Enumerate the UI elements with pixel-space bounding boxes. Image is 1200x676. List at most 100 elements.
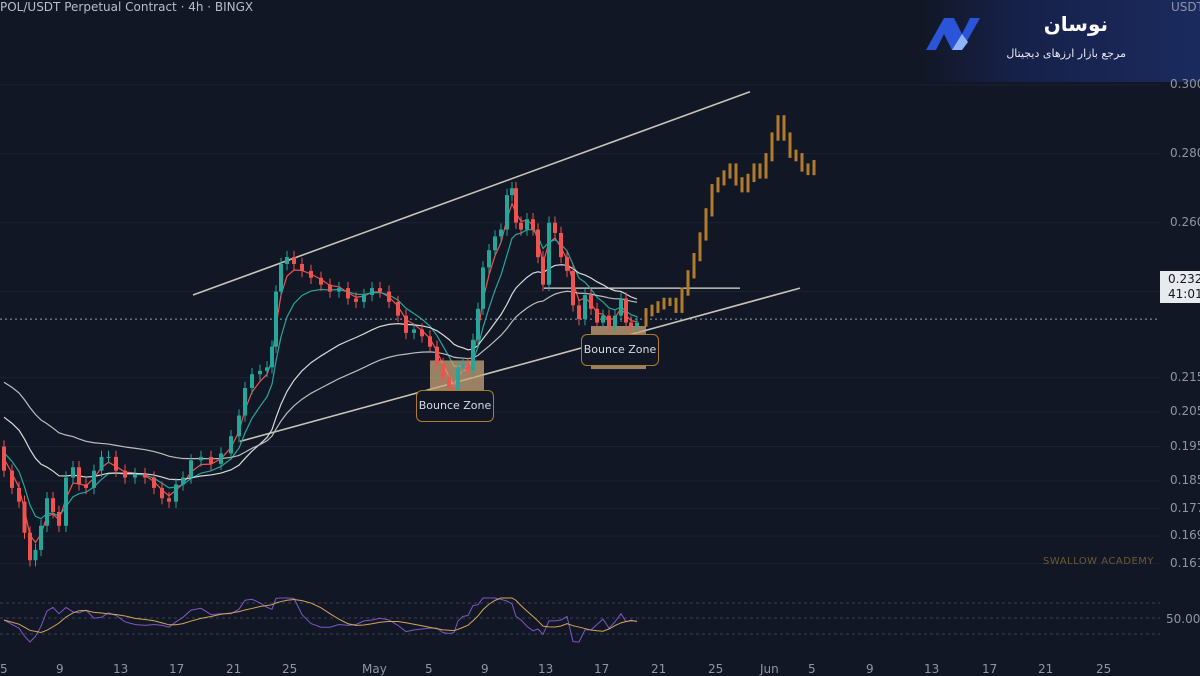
candle-body [229,436,233,454]
time-tick-label: 13 [113,662,129,676]
candle-body [92,470,96,488]
candle-body [447,377,451,388]
candle-countdown: 41:01 [1168,287,1200,301]
candle-body [274,291,278,347]
channel-lower-line [239,287,801,443]
time-tick-label: 13 [924,662,940,676]
trend-channel [192,91,801,443]
candle-body [624,298,628,323]
candle-body [346,288,350,299]
candle-body [106,456,111,458]
candle-body [45,498,49,526]
projection-bar [806,163,810,176]
candle-body [547,222,551,285]
price-tick-label: 0.2800 [1170,145,1200,160]
candle-body [10,470,14,488]
candle-body [571,270,575,306]
candle-body [441,363,445,378]
price-tick-label: 0.3000 [1170,76,1200,91]
candle-body [476,308,480,340]
time-tick-label: 9 [866,662,874,676]
projection-bar [686,270,690,296]
projection-bar [698,232,702,262]
time-tick-label: 13 [538,662,554,676]
time-tick-label: 21 [1038,662,1054,676]
candle-body [370,288,374,295]
candle-body [309,270,313,278]
candle-body [167,498,171,502]
candle-body [160,487,164,499]
candle-body [219,453,223,464]
candle-body [589,295,593,309]
candle-body [565,257,569,271]
candle-body [250,374,254,388]
candle-body [123,470,127,478]
projection-bar [788,132,792,158]
time-tick-label: 25 [1096,662,1112,676]
candle-body [461,363,465,368]
candle-body [174,484,178,502]
price-tick-label: 0.1850 [1170,473,1200,487]
time-tick-label: 25 [708,662,724,676]
ema-long-line-1 [3,264,638,481]
time-tick-label: 5 [808,662,816,676]
candle-body [354,298,358,302]
projection-bar [812,159,816,176]
ema-long-line-2 [3,290,638,460]
candle-body [337,288,341,292]
time-tick-label: May [362,662,387,676]
time-tick-label: 17 [169,662,185,676]
projection-bar [704,208,708,241]
candle-body [553,222,557,233]
candle-body [51,498,55,512]
time-tick-label: 5 [425,662,433,676]
candle-body [243,388,247,416]
candle-body [559,233,563,258]
candle-body [525,219,529,230]
candle-body [64,477,68,526]
candle-body [237,415,241,437]
candle-body [265,367,269,371]
channel-upper-line [192,91,751,296]
candle-body [577,305,581,320]
projection-bar [722,170,726,186]
candle-body [514,188,518,223]
candle-body [499,229,503,237]
projection-bar [764,153,768,179]
candle-body [387,291,391,302]
projection-bar [716,177,720,193]
candle-body [22,501,27,533]
current-price-tag: 0.2320 41:01 [1160,271,1200,303]
candle-body [505,195,509,230]
candle-body [84,484,88,488]
projection-bar [644,308,648,327]
candle-body [292,257,296,264]
candle-body [199,456,203,461]
candle-body [28,532,32,561]
projection-bar [656,301,660,313]
price-axis-unit: USDT [1171,0,1200,14]
projection-bar [650,304,654,317]
candle-body [619,298,623,316]
nosan-logo-icon [926,18,980,50]
brand-tagline: مرجع بازار ارزهای دیجیتال [1006,47,1126,60]
candle-body [71,467,75,478]
projection-bar [740,177,744,193]
time-tick-label: 17 [594,662,610,676]
candle-body [471,339,475,371]
candle-body [607,315,611,326]
rsi-panel [0,597,1160,643]
projection-bar [692,252,696,279]
bounce-zone-label-1: Bounce Zone [416,390,494,422]
projection-bar [752,163,756,183]
candle-body [114,456,118,471]
candle-body [428,336,432,347]
projection-bar [800,153,804,172]
price-tick-label: 0.1950 [1170,438,1200,453]
price-tick-label: 0.1690 [1170,528,1200,543]
candle-body [420,329,424,337]
projection-bar [776,115,780,141]
current-price: 0.2320 [1168,272,1200,286]
time-tick-label: 9 [56,662,64,676]
candle-body [595,308,599,323]
